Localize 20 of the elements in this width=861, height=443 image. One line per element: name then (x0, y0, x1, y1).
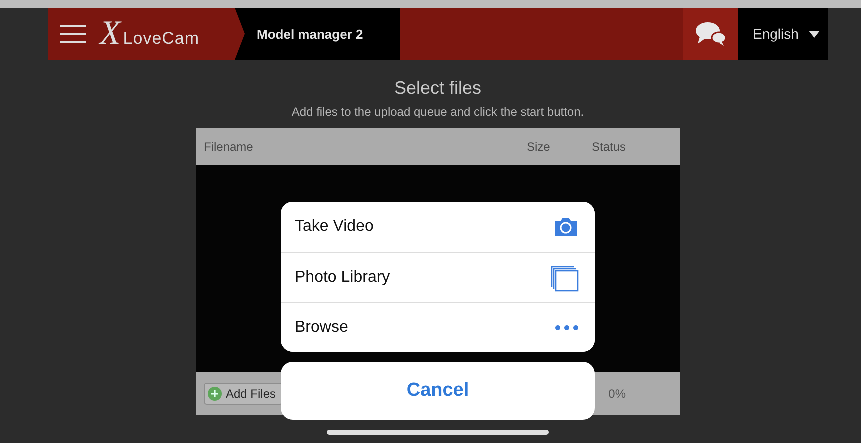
column-header: Status (592, 140, 628, 154)
page-title: Model manager 2 (235, 8, 400, 60)
cancel-button[interactable]: Cancel (281, 362, 595, 420)
chat-button[interactable] (683, 8, 738, 60)
uploader-subtitle: Add files to the upload queue and click the start button. (290, 105, 586, 119)
site-logo[interactable]: XLoveCam (100, 15, 200, 53)
caret-icon (809, 30, 820, 38)
uploader-title: Select files (393, 78, 483, 99)
plus-circle-icon (208, 386, 222, 400)
menu-icon[interactable] (60, 25, 86, 43)
column-header: Filename (204, 140, 254, 154)
action-sheet-item[interactable]: Browse (281, 302, 595, 352)
chat-bubbles-icon (694, 21, 726, 47)
percent-text: 0% (608, 386, 626, 400)
column-header: Size (527, 140, 552, 154)
language-dropdown[interactable]: English (738, 8, 828, 60)
add-files-button[interactable]: Add Files (204, 382, 284, 404)
more-dots-icon (555, 324, 579, 330)
stacked-squares-icon (551, 264, 579, 292)
camera-icon (553, 216, 579, 238)
